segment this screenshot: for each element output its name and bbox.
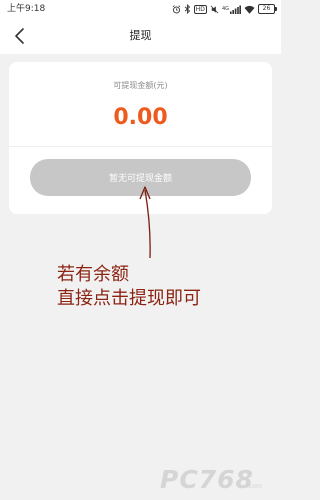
battery-icon: 26 bbox=[258, 4, 277, 14]
balance-card: 可提现金额(元) 0.00 暂无可提现金额 bbox=[9, 62, 272, 214]
watermark: PC768 .com bbox=[160, 465, 262, 497]
page-title: 提现 bbox=[129, 29, 152, 42]
withdraw-button[interactable]: 暂无可提现金额 bbox=[30, 159, 251, 196]
annotation-line-2: 直接点击提现即可 bbox=[57, 288, 201, 309]
watermark-subtext: .com bbox=[247, 483, 262, 490]
status-bar: 上午9:18 HD 4G 26 bbox=[0, 0, 281, 18]
balance-label: 可提现金额(元) bbox=[113, 81, 168, 90]
hd-badge: HD bbox=[193, 4, 207, 14]
balance-amount: 0.00 bbox=[113, 105, 168, 130]
mute-icon bbox=[210, 5, 219, 14]
wifi-icon bbox=[244, 5, 255, 14]
watermark-text: PC768 bbox=[160, 465, 254, 494]
status-time: 上午9:18 bbox=[7, 4, 46, 14]
header: 提现 bbox=[0, 18, 281, 54]
status-icons: HD 4G 26 bbox=[172, 3, 277, 15]
divider bbox=[9, 146, 272, 147]
bluetooth-icon bbox=[184, 4, 191, 14]
signal-icon bbox=[230, 5, 241, 14]
alarm-icon bbox=[172, 4, 181, 14]
network-type: 4G bbox=[221, 6, 229, 12]
annotation-line-1: 若有余额 bbox=[57, 264, 129, 285]
annotation-note: 若有余额 直接点击提现即可 bbox=[57, 263, 201, 311]
